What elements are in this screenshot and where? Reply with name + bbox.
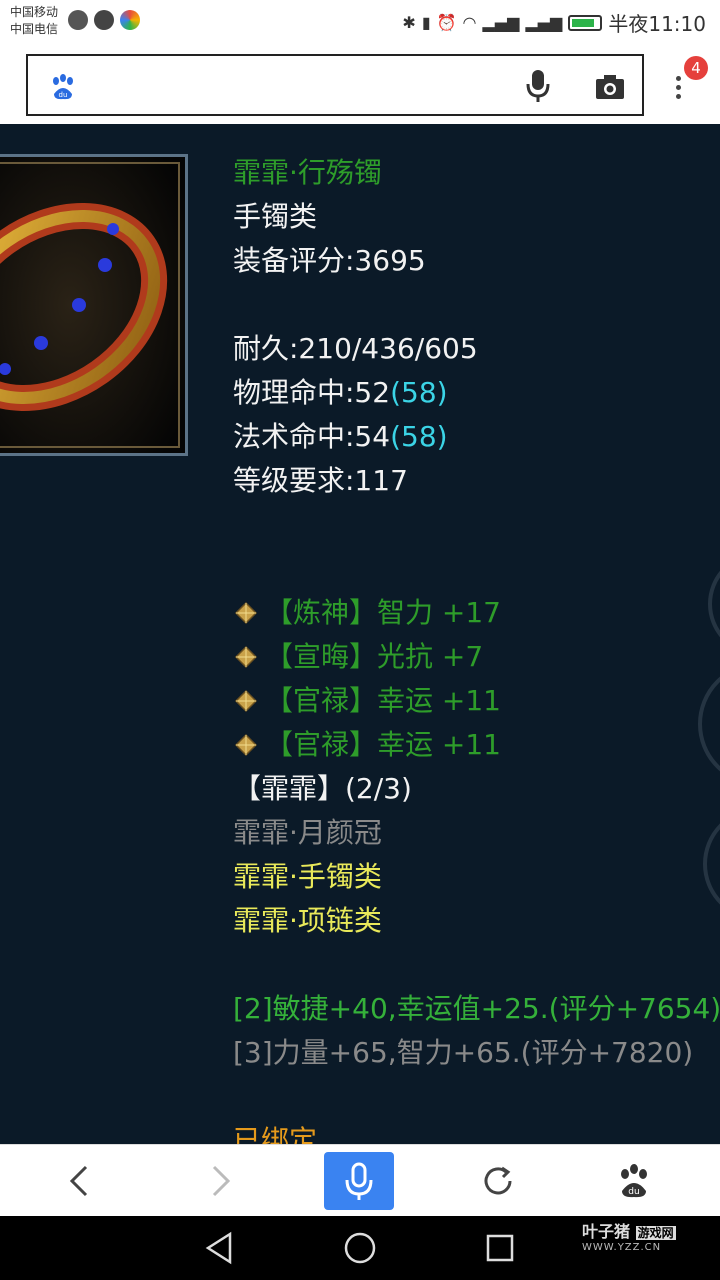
enchant-text: 【宣晦】光抗 +7 [265, 640, 484, 673]
system-nav-bar: 叶子猪 游戏网 WWW.YZZ.CN [0, 1216, 720, 1280]
watermark-brand: 叶子猪 [582, 1222, 631, 1241]
back-icon[interactable] [64, 1163, 94, 1199]
nav-home-icon[interactable] [342, 1230, 378, 1266]
watermark-url: WWW.YZZ.CN [582, 1242, 662, 1253]
set-bonus-inactive: [3]力量+65,智力+65.(评分+7820) [233, 1036, 694, 1069]
enchant-line: 【官禄】幸运 +11 [233, 728, 501, 762]
set-piece: 霏霏·月颜冠 [233, 816, 382, 849]
voice-button[interactable] [324, 1152, 394, 1210]
notification-icons [68, 10, 140, 30]
watermark: 叶子猪 游戏网 WWW.YZZ.CN [582, 1218, 676, 1253]
baidu-home-icon[interactable]: du [614, 1161, 654, 1201]
app-notify-icon [94, 10, 114, 30]
gem-icon [234, 733, 258, 757]
phys-hit-stat: 物理命中:52(58) [233, 376, 448, 410]
browser-bottom-bar: du [0, 1144, 720, 1216]
vibrate-icon: ▮ [421, 13, 431, 32]
item-tooltip: 霏霏·行殇镯 手镯类 装备评分:3695 耐久:210/436/605 物理命中… [0, 124, 720, 1144]
refresh-icon[interactable] [480, 1163, 516, 1199]
system-status: ✱ ▮ ⏰ ◠ ▂▄▆ ▂▄▆ 半夜11:10 [402, 8, 706, 37]
nav-recents-icon[interactable] [484, 1232, 516, 1264]
bluetooth-icon: ✱ [402, 13, 416, 32]
gem-icon [234, 689, 258, 713]
camera-search-icon[interactable] [594, 70, 626, 104]
alarm-icon: ⏰ [436, 13, 457, 32]
mic-icon [345, 1162, 373, 1200]
svg-text:du: du [59, 91, 68, 99]
signal-icon: ▂▄▆ [525, 13, 563, 32]
set-piece: 霏霏·手镯类 [233, 860, 382, 893]
svg-text:du: du [628, 1187, 639, 1197]
enchant-line: 【炼神】智力 +17 [233, 596, 501, 630]
magic-hit-stat: 法术命中:54(58) [233, 420, 448, 454]
item-name: 霏霏·行殇镯 [233, 156, 382, 189]
app-notify-icon [120, 10, 140, 30]
background-ornament [698, 570, 720, 905]
enchant-line: 【宣晦】光抗 +7 [233, 640, 483, 674]
enchant-text: 【官禄】幸运 +11 [265, 684, 501, 717]
overflow-menu-icon[interactable] [668, 72, 688, 112]
browser-toolbar: du 4 [0, 44, 720, 168]
carrier-info: 中国移动 中国电信 [10, 4, 58, 38]
wifi-icon: ◠ [462, 13, 477, 32]
set-piece: 霏霏·项链类 [233, 904, 382, 937]
watermark-tag: 游戏网 [635, 1226, 676, 1240]
carrier-2: 中国电信 [10, 22, 59, 36]
bound-status: 已绑定 [233, 1124, 318, 1144]
voice-search-icon[interactable] [524, 68, 552, 104]
tab-count-badge: 4 [684, 56, 708, 80]
enchant-line: 【官禄】幸运 +11 [233, 684, 501, 718]
magic-hit-label: 法术命中:54 [233, 420, 391, 453]
phys-hit-bonus: (58) [390, 376, 448, 409]
forward-icon[interactable] [206, 1163, 236, 1199]
magic-hit-bonus: (58) [390, 420, 448, 453]
app-notify-icon [68, 10, 88, 30]
battery-icon [568, 14, 603, 31]
level-requirement: 等级要求:117 [233, 464, 408, 497]
set-bonus-active: [2]敏捷+40,幸运值+25.(评分+7654) [233, 992, 720, 1025]
gem-icon [234, 645, 258, 669]
enchant-text: 【官禄】幸运 +11 [265, 728, 501, 761]
item-image [0, 154, 188, 456]
signal-icon: ▂▄▆ [482, 13, 520, 32]
item-score: 装备评分:3695 [233, 244, 426, 277]
item-durability: 耐久:210/436/605 [233, 332, 478, 365]
nav-back-icon[interactable] [202, 1230, 238, 1266]
set-title: 【霏霏】(2/3) [233, 772, 412, 805]
carrier-1: 中国移动 [10, 5, 59, 19]
enchant-text: 【炼神】智力 +17 [265, 596, 501, 629]
search-input[interactable]: du [26, 54, 644, 116]
gem-icon [234, 601, 258, 625]
baidu-paw-icon: du [53, 74, 73, 100]
status-bar: 中国移动 中国电信 ✱ ▮ ⏰ ◠ ▂▄▆ ▂▄▆ 半夜11:10 [0, 0, 720, 44]
item-category: 手镯类 [233, 200, 318, 233]
phys-hit-label: 物理命中:52 [233, 376, 391, 409]
clock: 半夜11:10 [608, 12, 706, 36]
